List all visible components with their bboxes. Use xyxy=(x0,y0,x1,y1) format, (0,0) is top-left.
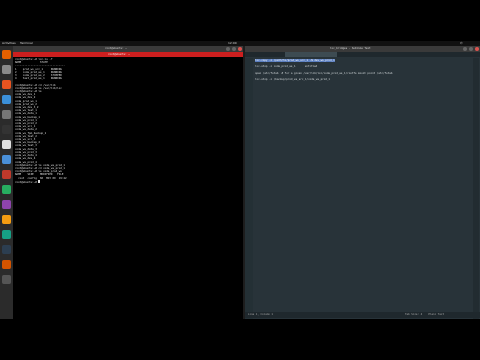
help-icon[interactable] xyxy=(2,95,11,104)
terminal-title: root@ubuntu: ~ xyxy=(105,47,127,50)
system-menu-icon[interactable]: ⏻ xyxy=(460,42,462,45)
terminal-output[interactable]: root@ubuntu:~# lxc-ls -f NAME STATE ------… xyxy=(15,58,241,318)
editor-text-area[interactable]: lxc-copy -n /path/to/prod_ws_src_1 -N de… xyxy=(255,59,470,309)
close-button[interactable] xyxy=(475,47,479,51)
software-icon[interactable] xyxy=(2,80,11,89)
terminal-icon[interactable] xyxy=(2,125,11,134)
terminal-tab-label: root@ubuntu: ~ xyxy=(108,53,130,56)
app-icon[interactable] xyxy=(2,155,11,164)
minimap[interactable] xyxy=(473,58,479,319)
editor-icon[interactable] xyxy=(2,140,11,149)
app-menu[interactable]: Terminal xyxy=(20,42,33,45)
app-icon[interactable] xyxy=(2,215,11,224)
editor-line-text: lxc-stop -n /backup/prod_ws_src_1/code_w… xyxy=(255,78,330,82)
status-left: Line 1, Column 1 xyxy=(248,313,273,316)
terminal-window[interactable]: root@ubuntu: ~ root@ubuntu: ~ root@ubunt… xyxy=(13,46,243,319)
editor-line-text: open /etc/fstab # for a given /var/lib/l… xyxy=(255,71,393,75)
status-bar: Line 1, Column 1 Tab Size: 4 Plain Text xyxy=(245,312,480,318)
editor-line-text: lxc-stop -n code_prod_ws_1 xyxy=(255,65,296,69)
clock[interactable]: 12:00 xyxy=(228,42,237,45)
show-apps-icon[interactable] xyxy=(2,275,11,284)
minimize-button[interactable] xyxy=(226,47,230,51)
dock xyxy=(0,46,13,319)
app-icon[interactable] xyxy=(2,245,11,254)
maximize-button[interactable] xyxy=(232,47,236,51)
terminal-cursor xyxy=(38,179,41,183)
editor-tab[interactable]: untitled xyxy=(285,52,337,68)
firefox-icon[interactable] xyxy=(2,50,11,59)
app-icon[interactable] xyxy=(2,170,11,179)
settings-icon[interactable] xyxy=(2,110,11,119)
editor-tab-bar: untitled xyxy=(245,52,480,68)
app-icon[interactable] xyxy=(2,185,11,194)
editor-line-text: lxc-copy -n /path/to/prod_ws_src_1 -N de… xyxy=(255,59,335,62)
terminal-line: root@ubuntu:~# xyxy=(15,179,41,184)
maximize-button[interactable] xyxy=(469,47,473,51)
files-icon[interactable] xyxy=(2,65,11,74)
app-icon[interactable] xyxy=(2,260,11,269)
terminal-tab[interactable]: root@ubuntu: ~ xyxy=(13,52,243,57)
line-number-gutter xyxy=(245,58,253,319)
editor-title: lxc_bridges - Sublime Text xyxy=(330,47,371,50)
app-icon[interactable] xyxy=(2,230,11,239)
minimize-button[interactable] xyxy=(463,47,467,51)
close-button[interactable] xyxy=(238,47,242,51)
app-icon[interactable] xyxy=(2,200,11,209)
status-right: Tab Size: 4 Plain Text xyxy=(405,313,445,316)
editor-line: lxc-stop -n /backup/prod_ws_src_1/code_w… xyxy=(255,78,470,81)
activities-button[interactable]: Activities xyxy=(2,42,16,45)
desktop: Activities Terminal 12:00 ⏻ root@ubuntu:… xyxy=(0,41,480,319)
editor-window[interactable]: lxc_bridges - Sublime Text untitled lxc-… xyxy=(245,46,480,319)
